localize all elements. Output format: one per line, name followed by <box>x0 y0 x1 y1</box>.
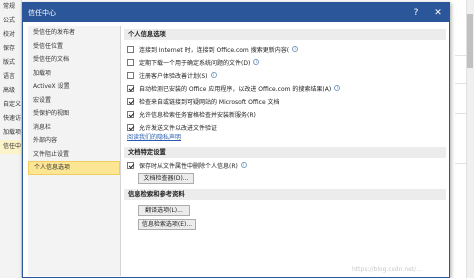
checkbox[interactable] <box>127 161 134 169</box>
option-label: 自动检测已安装的 Office 应用程序，以改进 Office.com 的搜索结… <box>139 85 332 93</box>
info-icon[interactable]: i <box>253 59 260 65</box>
option-row[interactable]: 定期下载一个用于确定系统问题的文件(D) i <box>127 57 260 67</box>
option-row[interactable]: 检查来自或链接到可疑网站的 Microsoft Office 文档 <box>127 96 280 106</box>
option-label: 允许信息检索任务窗格检查并安装新服务(R) <box>139 111 256 119</box>
option-row[interactable]: 注册客户体验改善计划(S) i <box>127 70 217 80</box>
checkbox[interactable] <box>127 45 134 53</box>
nav-item-external-content[interactable]: 外部内容 <box>28 134 120 148</box>
option-label: 保存时从文件属性中删除个人信息(R) <box>139 162 238 170</box>
background-scrollbar-thumb[interactable] <box>467 14 473 68</box>
background-nav-item-trust-center[interactable]: 信任中心 <box>0 140 21 154</box>
background-options-nav: 常规 公式 校对 保存 版式 语言 高级 自定义 快速访问 加载项 信任中心 <box>0 0 22 278</box>
nav-item-trusted-documents[interactable]: 受信任的文档 <box>28 53 120 67</box>
privacy-statement-link[interactable]: 阅读我们的隐私声明 <box>127 132 181 141</box>
research-options-button[interactable]: 信息检索选项(E)... <box>138 219 196 230</box>
nav-item-message-bar[interactable]: 消息栏 <box>28 121 120 135</box>
nav-item-add-ins[interactable]: 加载项 <box>28 67 120 81</box>
nav-item-trusted-locations[interactable]: 受信任位置 <box>28 40 120 54</box>
background-nav-item[interactable]: 常规 <box>0 0 21 14</box>
section-header-doc-specific: 文档特定设置 <box>124 147 446 158</box>
background-nav-item[interactable]: 高级 <box>0 84 21 98</box>
option-row[interactable]: 允许发送文件以改进文件验证 <box>127 122 217 132</box>
close-icon[interactable]: ✕ <box>427 3 449 22</box>
section-header-personal-info: 个人信息选项 <box>124 29 446 40</box>
background-nav-item[interactable]: 语言 <box>0 70 21 84</box>
translation-options-button[interactable]: 翻译选项(L)... <box>138 205 190 216</box>
checkbox[interactable] <box>127 110 134 118</box>
watermark: https://blog.csdn.net/... <box>352 266 422 273</box>
checkbox[interactable] <box>127 84 134 92</box>
background-nav-item[interactable]: 版式 <box>0 56 21 70</box>
option-label: 定期下载一个用于确定系统问题的文件(D) <box>139 59 251 67</box>
info-icon[interactable]: i <box>240 162 247 168</box>
option-row[interactable]: 自动检测已安装的 Office 应用程序，以改进 Office.com 的搜索结… <box>127 83 341 93</box>
background-nav-item[interactable]: 快速访问 <box>0 112 21 126</box>
privacy-options-panel: 个人信息选项 连接到 Internet 时，连接到 Office.com 搜索更… <box>124 26 446 276</box>
trust-center-nav: 受信任的发布者 受信任位置 受信任的文档 加载项 ActiveX 设置 宏设置 … <box>28 26 121 276</box>
nav-item-trusted-publishers[interactable]: 受信任的发布者 <box>28 26 120 40</box>
nav-item-file-block-settings[interactable]: 文件阻止设置 <box>28 148 120 162</box>
document-inspector-button[interactable]: 文档检查器(D)... <box>138 173 194 184</box>
checkbox[interactable] <box>127 123 134 131</box>
nav-item-protected-view[interactable]: 受保护的视图 <box>28 107 120 121</box>
dialog-titlebar[interactable]: 信任中心 ? ✕ <box>23 3 449 22</box>
info-icon[interactable]: i <box>334 85 341 91</box>
option-row[interactable]: 保存时从文件属性中删除个人信息(R) i <box>127 160 247 170</box>
checkbox[interactable] <box>127 58 134 66</box>
info-icon[interactable]: i <box>292 46 299 52</box>
checkbox[interactable] <box>127 71 134 79</box>
option-label: 检查来自或链接到可疑网站的 Microsoft Office 文档 <box>139 98 280 106</box>
option-label: 注册客户体验改善计划(S) <box>139 72 208 80</box>
background-nav-item[interactable]: 加载项 <box>0 126 21 140</box>
background-nav-item[interactable]: 校对 <box>0 28 21 42</box>
option-row[interactable]: 连接到 Internet 时，连接到 Office.com 搜索更新内容( i <box>127 44 299 54</box>
info-icon[interactable]: i <box>210 72 217 78</box>
option-label: 允许发送文件以改进文件验证 <box>139 124 218 132</box>
dialog-title: 信任中心 <box>28 8 56 17</box>
checkbox[interactable] <box>127 97 134 105</box>
trust-center-dialog: 信任中心 ? ✕ 受信任的发布者 受信任位置 受信任的文档 加载项 Active… <box>22 2 450 278</box>
option-row[interactable]: 允许信息检索任务窗格检查并安装新服务(R) <box>127 109 256 119</box>
background-nav-item[interactable]: 公式 <box>0 14 21 28</box>
nav-item-macro-settings[interactable]: 宏设置 <box>28 94 120 108</box>
nav-item-activex-settings[interactable]: ActiveX 设置 <box>28 80 120 94</box>
background-nav-item[interactable]: 自定义 <box>0 98 21 112</box>
background-nav-item[interactable]: 保存 <box>0 42 21 56</box>
option-label: 连接到 Internet 时，连接到 Office.com 搜索更新内容( <box>139 46 290 54</box>
help-icon[interactable]: ? <box>405 3 427 22</box>
nav-item-privacy-options[interactable]: 个人信息选项 <box>28 161 120 175</box>
section-header-research: 信息检索和参考资料 <box>124 189 446 200</box>
